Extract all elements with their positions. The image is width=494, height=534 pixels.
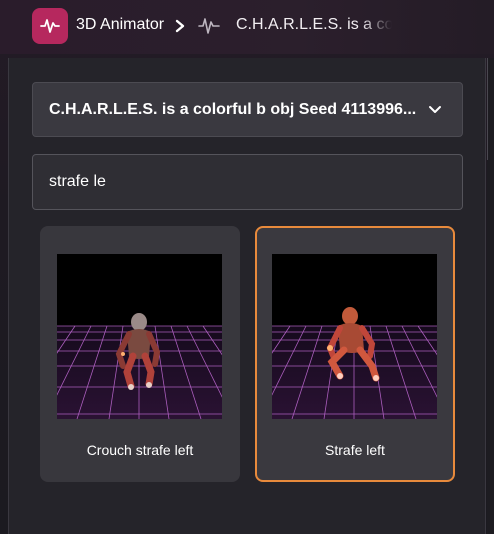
chevron-down-icon [429, 106, 441, 113]
model-select-dropdown[interactable]: C.H.A.R.L.E.S. is a colorful b obj Seed … [32, 82, 463, 137]
model-select-value: C.H.A.R.L.E.S. is a colorful b obj Seed … [49, 100, 417, 118]
breadcrumb-title[interactable]: C.H.A.R.L.E.S. is a colorful b obj Seed … [236, 16, 392, 34]
animation-preview [57, 254, 222, 419]
preview-strafe-left [272, 254, 437, 419]
chevron-right-icon [175, 19, 185, 33]
animation-card-crouch-strafe-left[interactable]: Crouch strafe left [40, 226, 240, 482]
top-bar: 3D Animator C.H.A.R.L.E.S. is a colorful… [0, 0, 494, 54]
app-title[interactable]: 3D Animator [76, 16, 164, 34]
preview-crouch-strafe-left [57, 254, 222, 419]
animation-card-label: Strafe left [325, 442, 385, 458]
animation-search-input[interactable] [32, 154, 463, 210]
animation-preview [272, 254, 437, 419]
app-logo[interactable] [32, 8, 68, 44]
animation-card-label: Crouch strafe left [86, 442, 194, 458]
waveform-icon [198, 18, 220, 34]
animation-card-strafe-left[interactable]: Strafe left [255, 226, 455, 482]
waveform-icon [40, 19, 60, 33]
side-divider [487, 58, 494, 534]
